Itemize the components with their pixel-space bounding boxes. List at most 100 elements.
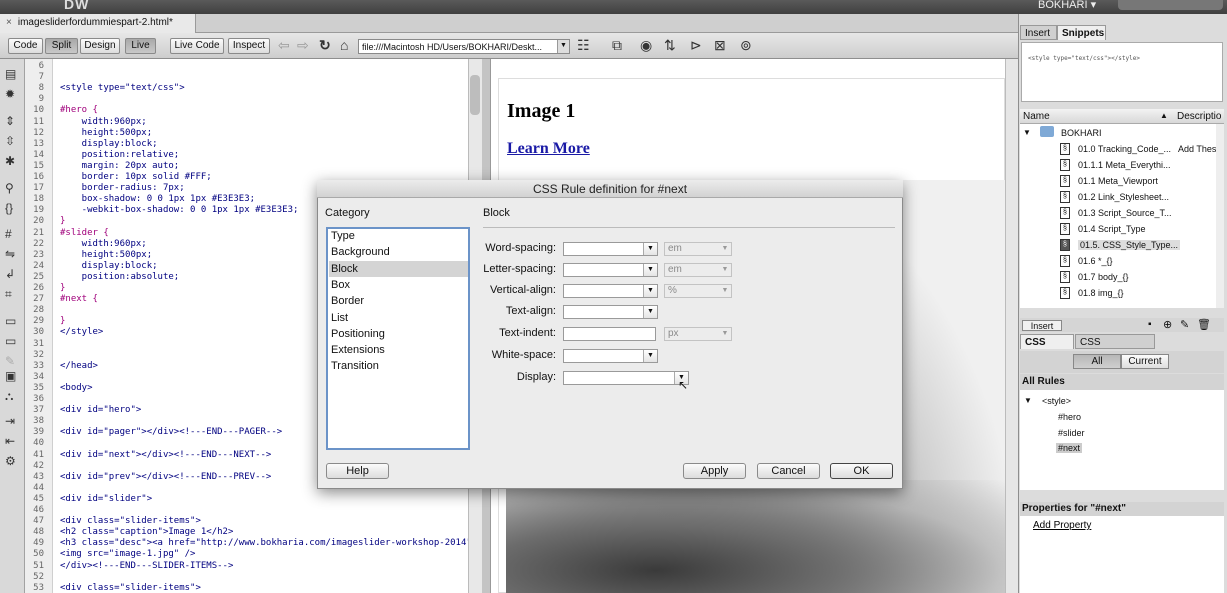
check-page-icon[interactable]: ⊚ bbox=[740, 37, 752, 54]
help-button[interactable]: Help bbox=[326, 463, 389, 479]
expand-triangle-icon[interactable]: ▼ bbox=[1023, 128, 1031, 137]
new-folder-icon[interactable]: ▪ bbox=[1148, 319, 1152, 330]
forward-arrow-icon[interactable]: ⇨ bbox=[297, 37, 309, 54]
code-line[interactable]: width:960px; bbox=[60, 117, 147, 127]
snippet-item[interactable]: 01.5. CSS_Style_Type... bbox=[1078, 240, 1181, 250]
code-line[interactable]: <body> bbox=[60, 383, 93, 393]
code-line[interactable]: <img src="image-1.jpg" /> bbox=[60, 549, 195, 559]
snippet-item[interactable]: 01.1 Meta_Viewport bbox=[1078, 176, 1158, 186]
description-column-header[interactable]: Descriptio bbox=[1177, 111, 1221, 122]
preview-browser-icon[interactable]: ⧉ bbox=[612, 37, 622, 54]
search-input[interactable] bbox=[1118, 0, 1223, 10]
design-scrollbar[interactable] bbox=[1005, 59, 1018, 593]
inspect-button[interactable]: Inspect bbox=[228, 38, 270, 54]
tab-insert[interactable]: Insert bbox=[1020, 25, 1057, 40]
letter-spacing-select[interactable]: ▼ bbox=[563, 263, 658, 277]
user-menu[interactable]: BOKHARI ▾ bbox=[1038, 0, 1096, 11]
refresh-design-icon[interactable]: ⇅ bbox=[664, 37, 676, 54]
code-line[interactable]: </style> bbox=[60, 327, 103, 337]
sun-icon[interactable]: ✹ bbox=[5, 87, 15, 101]
code-line[interactable]: -webkit-box-shadow: 0 0 1px 1px #E3E3E3; bbox=[60, 205, 299, 215]
code-line[interactable]: <div class="slider-items"> bbox=[60, 583, 201, 593]
apply-button[interactable]: Apply bbox=[683, 463, 746, 479]
home-icon[interactable]: ⌂ bbox=[340, 37, 348, 53]
snippet-item[interactable]: 01.8 img_{} bbox=[1078, 288, 1124, 298]
category-item[interactable]: Background bbox=[329, 244, 468, 260]
code-line[interactable]: border-radius: 7px; bbox=[60, 183, 185, 193]
category-item[interactable]: Type bbox=[329, 228, 468, 244]
snippets-scrollbar[interactable] bbox=[1216, 124, 1224, 308]
code-line[interactable]: #slider { bbox=[60, 228, 109, 238]
category-item[interactable]: Box bbox=[329, 277, 468, 293]
code-line[interactable]: box-shadow: 0 0 1px 1px #E3E3E3; bbox=[60, 194, 255, 204]
vertical-align-select[interactable]: ▼ bbox=[563, 284, 658, 298]
expand-all-icon[interactable]: ✱ bbox=[5, 154, 15, 168]
back-arrow-icon[interactable]: ⇦ bbox=[278, 37, 290, 54]
snippet-item[interactable]: 01.1.1 Meta_Everythi... bbox=[1078, 160, 1171, 170]
recent-snippets-icon[interactable]: ▣ bbox=[5, 369, 16, 383]
highlight-invalid-icon[interactable]: ⇋ bbox=[5, 247, 15, 261]
new-snippet-icon[interactable]: ⊕ bbox=[1163, 318, 1172, 331]
rule-style[interactable]: <style> bbox=[1042, 396, 1071, 406]
outdent-icon[interactable]: ⇤ bbox=[5, 434, 15, 448]
tab-css-transitions[interactable]: CSS Transitions bbox=[1075, 334, 1155, 363]
category-item[interactable]: Border bbox=[329, 293, 468, 309]
code-line[interactable]: </head> bbox=[60, 361, 98, 371]
code-line[interactable]: height:500px; bbox=[60, 250, 152, 260]
format-source-icon[interactable]: ⚙ bbox=[5, 454, 16, 468]
collapse-tag-icon[interactable]: ⇕ bbox=[5, 114, 15, 128]
sort-icon[interactable]: ▲ bbox=[1160, 111, 1168, 120]
apply-comment-icon[interactable]: ▭ bbox=[5, 314, 16, 328]
chevron-down-icon[interactable]: ▼ bbox=[557, 40, 569, 53]
category-item[interactable]: Extensions bbox=[329, 342, 468, 358]
category-item[interactable]: Transition bbox=[329, 358, 468, 374]
expand-triangle-icon[interactable]: ▼ bbox=[1024, 396, 1032, 405]
document-tab[interactable]: × imagesliderfordummiespart-2.html* bbox=[0, 14, 196, 33]
close-icon[interactable]: × bbox=[6, 17, 12, 28]
trash-icon[interactable]: 🗑 bbox=[1197, 318, 1211, 331]
code-line[interactable]: height:500px; bbox=[60, 128, 152, 138]
code-line[interactable]: } bbox=[60, 283, 65, 293]
validate-icon[interactable]: ⊠ bbox=[714, 37, 726, 54]
remove-comment-icon[interactable]: ▭ bbox=[5, 334, 16, 348]
text-indent-input[interactable] bbox=[563, 327, 656, 341]
code-line[interactable]: display:block; bbox=[60, 261, 158, 271]
display-select[interactable]: ▼ bbox=[563, 371, 689, 385]
tab-snippets[interactable]: Snippets bbox=[1057, 25, 1106, 40]
address-field[interactable]: file:///Macintosh HD/Users/BOKHARI/Deskt… bbox=[358, 39, 570, 54]
code-line[interactable]: <div class="slider-items"> bbox=[60, 516, 201, 526]
open-documents-icon[interactable]: ▤ bbox=[5, 67, 16, 81]
wrap-tag-icon[interactable]: ✎ bbox=[5, 354, 15, 368]
rule-hero[interactable]: #hero bbox=[1058, 412, 1081, 422]
line-numbers-icon[interactable]: # bbox=[5, 227, 12, 241]
file-management-icon[interactable]: ☷ bbox=[577, 37, 590, 54]
add-property-link[interactable]: Add Property bbox=[1033, 520, 1091, 531]
collapse-selection-icon[interactable]: ⇳ bbox=[5, 134, 15, 148]
ok-button[interactable]: OK bbox=[830, 463, 893, 479]
code-line[interactable]: </div><!---END---SLIDER-ITEMS--> bbox=[60, 561, 233, 571]
balance-braces-icon[interactable]: {} bbox=[5, 201, 13, 215]
code-line[interactable]: <style type="text/css"> bbox=[60, 83, 185, 93]
letter-spacing-unit[interactable]: em ▼ bbox=[664, 263, 732, 277]
snippet-item[interactable]: 01.2 Link_Stylesheet... bbox=[1078, 192, 1169, 202]
edit-snippet-icon[interactable]: ✎ bbox=[1180, 318, 1189, 331]
browser-check-icon[interactable]: ◉ bbox=[640, 37, 652, 54]
syntax-coloring-icon[interactable]: ⌗ bbox=[5, 287, 12, 302]
code-line[interactable]: <div id="slider"> bbox=[60, 494, 152, 504]
code-line[interactable]: } bbox=[60, 216, 65, 226]
rule-next[interactable]: #next bbox=[1056, 443, 1083, 453]
code-line[interactable]: <h2 class="caption">Image 1</h2> bbox=[60, 527, 233, 537]
code-line[interactable]: <div id="next"></div><!---END---NEXT--> bbox=[60, 450, 271, 460]
snippet-item[interactable]: 01.3 Script_Source_T... bbox=[1078, 208, 1172, 218]
code-scroll-thumb[interactable] bbox=[470, 75, 480, 115]
code-view-button[interactable]: Code bbox=[8, 38, 43, 54]
snippet-item[interactable]: 01.4 Script_Type bbox=[1078, 224, 1146, 234]
current-mode-button[interactable]: Current bbox=[1121, 354, 1169, 369]
word-spacing-select[interactable]: ▼ bbox=[563, 242, 658, 256]
snippet-item[interactable]: 01.7 body_{} bbox=[1078, 272, 1129, 282]
indent-icon[interactable]: ⇥ bbox=[5, 414, 15, 428]
snippet-item[interactable]: 01.0 Tracking_Code_... bbox=[1078, 144, 1171, 154]
code-line[interactable]: width:960px; bbox=[60, 239, 147, 249]
refresh-icon[interactable]: ↻ bbox=[319, 37, 331, 54]
select-parent-tag-icon[interactable]: ⚲ bbox=[5, 181, 14, 195]
